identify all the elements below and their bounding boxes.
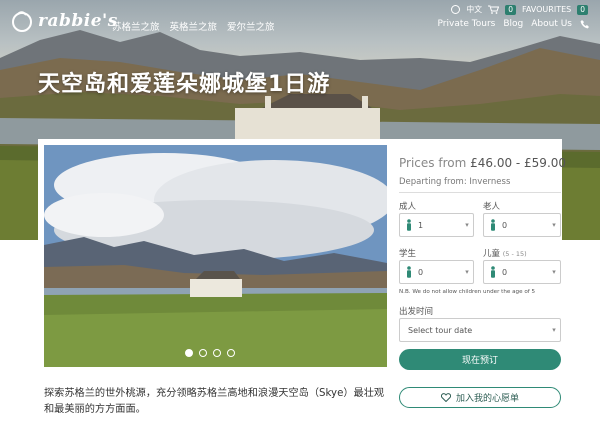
chevron-down-icon: ▾ <box>552 326 556 334</box>
heart-icon <box>440 393 451 402</box>
phone-icon[interactable] <box>580 19 590 29</box>
gallery-dot-4[interactable] <box>227 349 235 357</box>
utility-bar: 中文 0 FAVOURITES 0 <box>451 4 588 15</box>
senior-select[interactable]: 0 ▾ <box>483 213 561 237</box>
child-age-range: (5 - 15) <box>502 250 527 258</box>
student-select[interactable]: 0 ▾ <box>399 260 474 284</box>
tour-gallery[interactable] <box>44 145 387 367</box>
nav-about-us[interactable]: About Us <box>531 19 572 29</box>
chevron-down-icon: ▾ <box>465 268 469 276</box>
chevron-down-icon: ▾ <box>552 268 556 276</box>
student-label: 学生 <box>399 249 417 259</box>
adult-label: 成人 <box>399 202 417 212</box>
nav-blog[interactable]: Blog <box>503 19 523 29</box>
language-switch[interactable]: 中文 <box>466 4 482 15</box>
student-count: 0 <box>418 267 424 277</box>
date-label: 出发时间 <box>399 307 434 317</box>
favourites-link[interactable]: FAVOURITES <box>522 5 571 14</box>
child-age-note: N.B. We do not allow children under the … <box>399 289 536 295</box>
price-value: £46.00 - £59.00 <box>470 156 567 170</box>
tour-description: 探索苏格兰的世外桃源，充分领略苏格兰高地和浪漫天空岛（Skye）最壮观和最美丽的… <box>44 388 385 415</box>
book-now-button[interactable]: 现在预订 <box>399 349 561 370</box>
nav-scotland[interactable]: 苏格兰之旅 <box>112 19 160 33</box>
tour-date-placeholder: Select tour date <box>408 325 473 335</box>
gallery-dot-2[interactable] <box>199 349 207 357</box>
brand-wordmark: rabbie's <box>38 11 118 31</box>
departing-from: Departing from: Inverness <box>399 177 511 187</box>
gallery-dots <box>185 349 235 357</box>
chevron-down-icon: ▾ <box>552 221 556 229</box>
senior-label: 老人 <box>483 202 501 212</box>
person-icon <box>400 214 418 236</box>
chevron-down-icon: ▾ <box>465 221 469 229</box>
brand-logo[interactable]: rabbie's <box>10 10 118 32</box>
adult-select[interactable]: 1 ▾ <box>399 213 474 237</box>
cart-count: 0 <box>505 4 516 15</box>
child-label-text: 儿童 <box>483 249 501 259</box>
add-to-wishlist-button[interactable]: 加入我的心愿单 <box>399 387 561 408</box>
gallery-dot-3[interactable] <box>213 349 221 357</box>
nav-ireland[interactable]: 爱尔兰之旅 <box>227 19 275 33</box>
child-select[interactable]: 0 ▾ <box>483 260 561 284</box>
cart-icon[interactable] <box>488 5 500 14</box>
page-title: 天空岛和爱莲朵娜城堡1日游 <box>38 72 331 97</box>
globe-icon <box>451 5 461 14</box>
favourites-count: 0 <box>577 4 588 15</box>
rabbit-logo-icon <box>12 11 32 32</box>
main-nav: Private Tours Blog About Us <box>438 19 590 29</box>
child-count: 0 <box>502 267 508 277</box>
adult-count: 1 <box>418 220 424 230</box>
region-nav: 苏格兰之旅 英格兰之旅 爱尔兰之旅 <box>112 19 275 33</box>
person-icon <box>484 214 502 236</box>
gallery-dot-1[interactable] <box>185 349 193 357</box>
price-range: Prices from £46.00 - £59.00 <box>399 156 566 170</box>
panel-divider <box>399 192 561 193</box>
tour-date-select[interactable]: Select tour date ▾ <box>399 318 561 342</box>
nav-england[interactable]: 英格兰之旅 <box>170 19 218 33</box>
senior-count: 0 <box>502 220 508 230</box>
wishlist-label: 加入我的心愿单 <box>455 394 519 404</box>
child-label: 儿童 (5 - 15) <box>483 247 527 259</box>
price-label: Prices from <box>399 156 467 170</box>
gallery-image <box>44 145 387 367</box>
nav-private-tours[interactable]: Private Tours <box>438 19 496 29</box>
person-icon <box>400 261 418 283</box>
person-icon <box>484 261 502 283</box>
